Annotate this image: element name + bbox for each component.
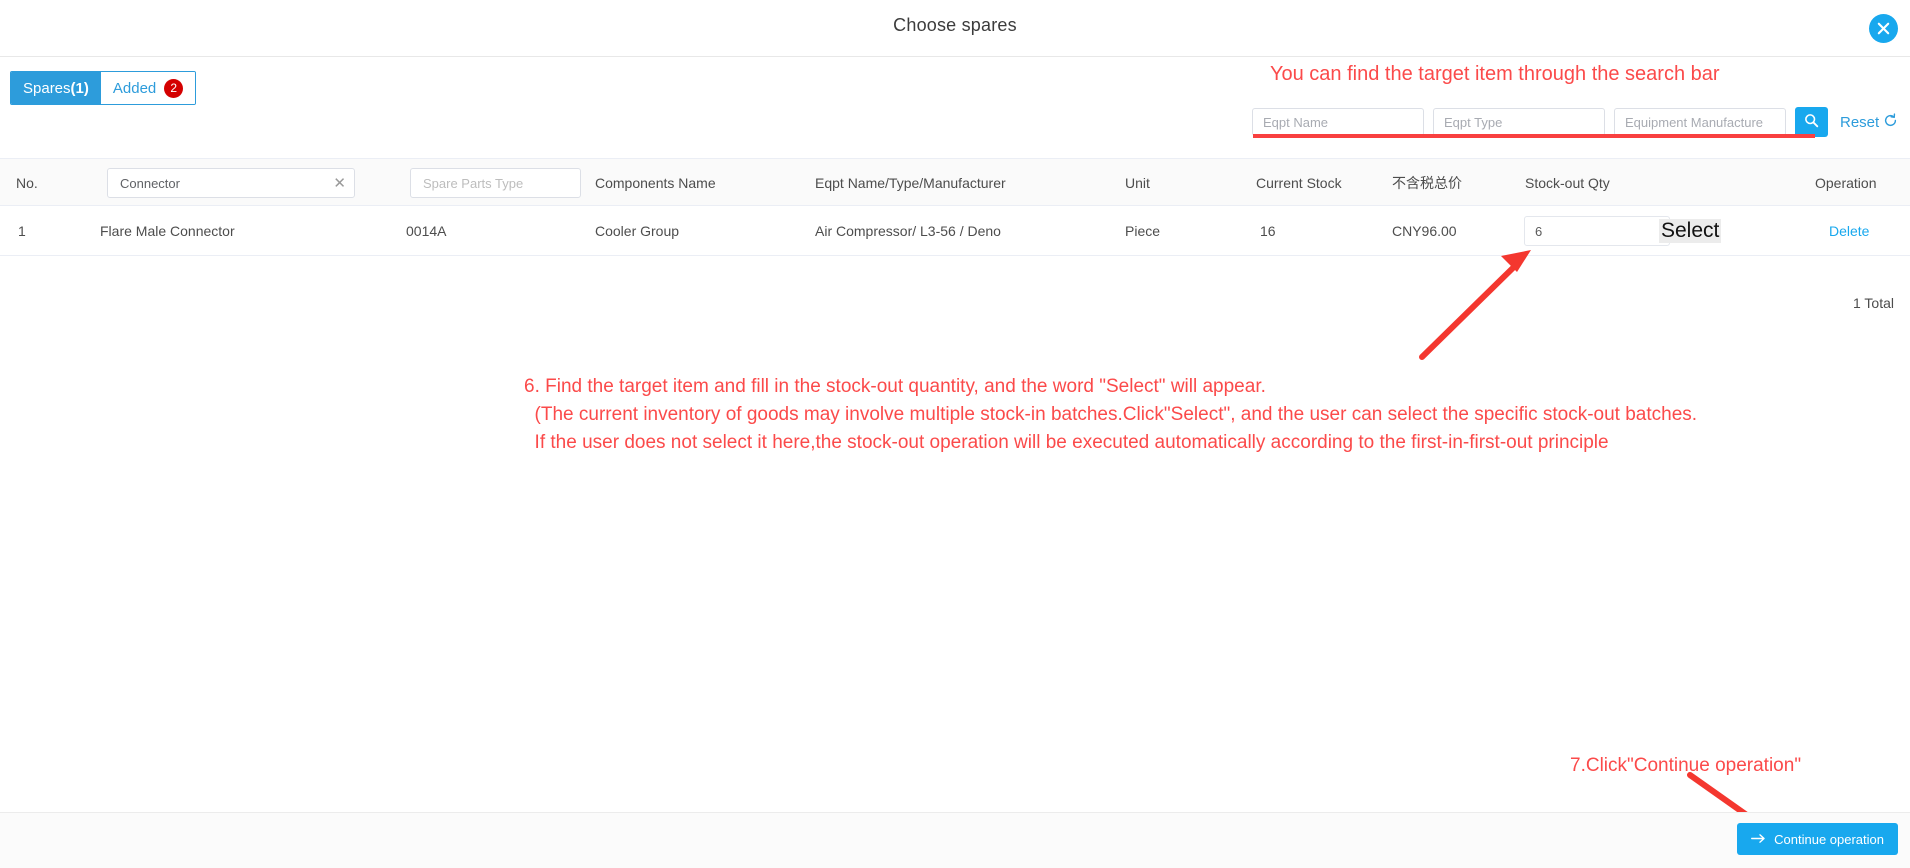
select-batch-button[interactable]: Select — [1659, 219, 1722, 243]
annotation-step6-line2: (The current inventory of goods may invo… — [524, 404, 1698, 425]
stock-out-qty-input[interactable] — [1524, 216, 1670, 246]
reset-label: Reset — [1840, 113, 1880, 131]
col-header-operation: Operation — [1815, 175, 1877, 191]
close-icon[interactable] — [1869, 14, 1898, 43]
tab-spares-count: (1) — [70, 79, 89, 97]
col-header-unit: Unit — [1125, 175, 1150, 191]
spare-parts-name-input[interactable] — [118, 174, 328, 192]
cell-total-price: CNY96.00 — [1392, 223, 1457, 239]
tab-spares[interactable]: Spares (1) — [11, 72, 101, 104]
tab-added-label: Added — [112, 79, 157, 97]
arrow-right-icon — [1751, 832, 1766, 847]
spare-parts-type-filter[interactable] — [410, 168, 581, 198]
search-button[interactable] — [1795, 107, 1828, 137]
dialog-footer: Continue operation — [0, 812, 1910, 868]
continue-operation-button[interactable]: Continue operation — [1737, 823, 1898, 855]
cell-no: 1 — [18, 223, 26, 239]
annotation-step6-line3: If the user does not select it here,the … — [524, 432, 1609, 453]
tab-added[interactable]: Added 2 — [100, 72, 196, 104]
annotation-search-hint: You can find the target item through the… — [1270, 63, 1720, 85]
eqpt-name-input[interactable] — [1252, 108, 1424, 136]
delete-row-button[interactable]: Delete — [1829, 206, 1869, 256]
annotation-step-7: 7.Click"Continue operation" — [1570, 755, 1802, 776]
continue-operation-label: Continue operation — [1774, 831, 1884, 847]
col-header-components-name: Components Name — [595, 175, 716, 191]
table-row[interactable]: 1 Flare Male Connector 0014A Cooler Grou… — [0, 206, 1910, 256]
spare-parts-name-filter[interactable]: ✕ — [107, 168, 355, 198]
table-total-count: 1 Total — [1853, 295, 1894, 311]
choose-spares-dialog: Choose spares Spares (1) Added 2 You can … — [0, 0, 1910, 868]
tab-spares-label: Spares — [23, 79, 71, 97]
tab-added-badge: 2 — [164, 78, 184, 98]
cell-unit: Piece — [1125, 223, 1161, 239]
cell-components-name: Cooler Group — [595, 223, 680, 239]
reset-button[interactable]: Reset — [1840, 112, 1898, 132]
annotation-underline-search — [1253, 134, 1815, 138]
page-title: Choose spares — [893, 15, 1017, 35]
equipment-search-bar: Reset — [1252, 107, 1898, 137]
spares-tabs: Spares (1) Added 2 — [10, 71, 197, 105]
annotation-step6-line1: 6. Find the target item and fill in the … — [524, 376, 1266, 397]
cell-eqpt-info: Air Compressor/ L3-56 / Deno — [815, 223, 1001, 239]
cell-spare-type: 0014A — [406, 223, 447, 239]
spare-parts-type-input[interactable] — [421, 174, 572, 192]
col-header-no: No. — [16, 175, 38, 191]
dialog-titlebar: Choose spares — [0, 0, 1910, 57]
arrow-to-qty-input — [1419, 250, 1531, 360]
table-header-row: No. ✕ Components Name Eqpt Name/Type/Man… — [0, 158, 1910, 206]
eqpt-type-input[interactable] — [1433, 108, 1605, 136]
cell-current-stock: 16 — [1260, 223, 1276, 239]
annotation-step-6: 6. Find the target item and fill in the … — [524, 373, 1697, 457]
col-header-eqpt-info: Eqpt Name/Type/Manufacturer — [815, 175, 1006, 191]
cell-spare-name: Flare Male Connector — [100, 223, 235, 239]
refresh-icon — [1883, 112, 1898, 132]
search-icon — [1804, 113, 1819, 131]
col-header-current-stock: Current Stock — [1256, 175, 1342, 191]
col-header-total-price: 不含税总价 — [1392, 175, 1462, 191]
spares-table: No. ✕ Components Name Eqpt Name/Type/Man… — [0, 158, 1910, 256]
col-header-stock-out-qty: Stock-out Qty — [1525, 175, 1610, 191]
equipment-manufacturer-input[interactable] — [1614, 108, 1786, 136]
clear-icon[interactable]: ✕ — [333, 176, 346, 191]
